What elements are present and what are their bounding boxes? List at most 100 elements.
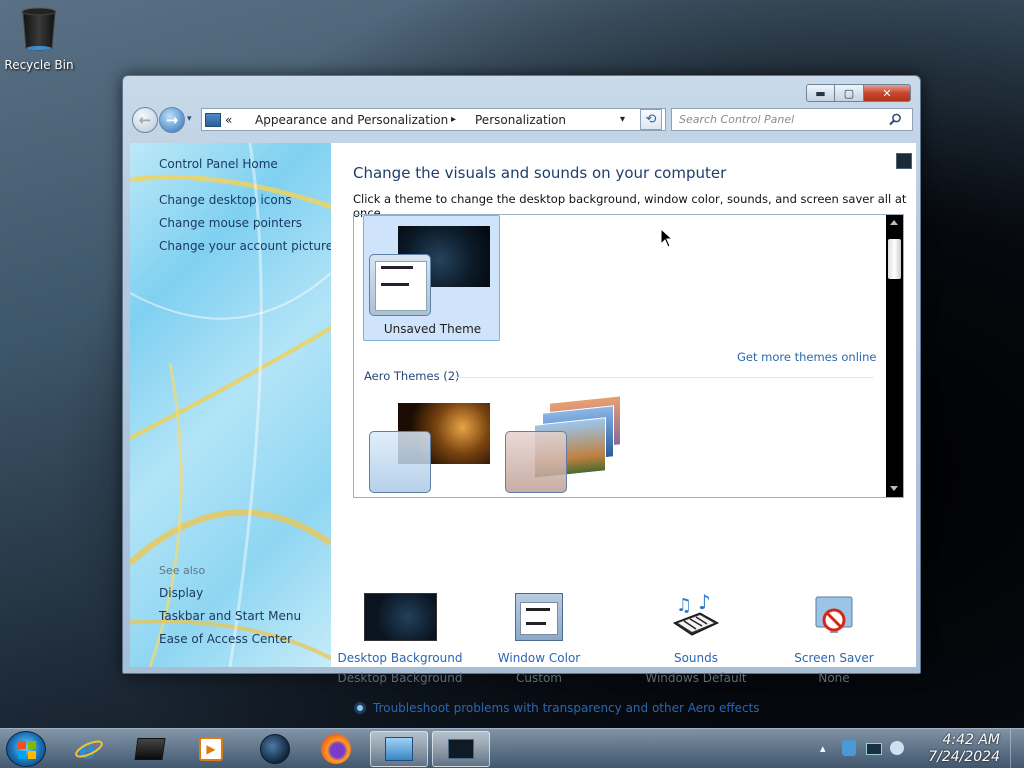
change-mouse-pointers-link[interactable]: Change mouse pointers [159,216,302,230]
close-button[interactable]: ✕ [864,84,911,102]
start-button[interactable] [6,731,46,767]
maximize-button[interactable]: ▢ [835,84,864,102]
control-panel-home-link[interactable]: Control Panel Home [159,157,278,171]
page-title: Change the visuals and sounds on your co… [353,164,727,182]
desktop-background-link[interactable]: Desktop Background [330,651,470,665]
screen-saver-value: None [818,671,850,685]
network-icon[interactable] [866,743,882,755]
screen-saver-item[interactable]: Screen Saver None [764,591,904,685]
trash-can-icon [21,7,57,51]
personalization-taskbar-button[interactable] [370,731,428,767]
aero-theme-windows7[interactable] [368,403,493,495]
recycle-bin-label: Recycle Bin [4,58,74,72]
minimize-button[interactable]: ▬ [806,84,835,102]
sounds-item[interactable]: ♫ ♪ Sounds Windows Default [626,591,766,685]
volume-icon[interactable] [890,741,904,755]
sounds-value: Windows Default [645,671,747,685]
theme-list: Unsaved Theme Get more themes online Aer… [353,214,904,498]
firefox-taskbar-button[interactable] [307,731,365,767]
help-icon[interactable] [896,153,912,169]
address-dropdown-icon[interactable]: ▾ [620,114,625,125]
scroll-up-icon[interactable] [890,220,898,225]
firefox-icon [321,734,351,764]
media-player-taskbar-button[interactable]: ▶ [182,731,240,767]
personalization-window: ▬ ▢ ✕ ← → ▾ « Appearance and Personaliza… [122,75,921,715]
troubleshoot-row: Troubleshoot problems with transparency … [353,701,760,715]
unsaved-theme-tile[interactable]: Unsaved Theme [363,215,500,341]
desktop-background-icon [363,593,437,641]
back-arrow-icon: ← [138,111,152,129]
change-account-picture-link[interactable]: Change your account picture [159,239,331,253]
svg-text:♫: ♫ [676,595,692,616]
show-desktop-button[interactable] [1010,729,1024,768]
aero-theme-landscapes[interactable] [504,395,634,495]
theme-window-color-preview [369,431,431,493]
see-also-label: See also [159,564,206,577]
windows-logo-icon [18,741,36,759]
troubleshoot-icon [354,702,366,714]
breadcrumb-personalization[interactable]: Personalization [475,113,620,127]
vertical-scrollbar[interactable] [886,215,903,497]
taskbar: e ▶ ▴ 4:42 AM 7/24/2024 [0,728,1024,768]
caption-buttons: ▬ ▢ ✕ [806,84,911,102]
clock[interactable]: 4:42 AM 7/24/2024 [928,732,1000,766]
address-bar[interactable]: « Appearance and Personalization ▸ Perso… [201,108,666,131]
personalization-icon [385,737,413,761]
ease-of-access-link[interactable]: Ease of Access Center [159,632,292,646]
show-hidden-icons-button[interactable]: ▴ [820,742,826,755]
svg-text:e: e [79,735,96,764]
taskbar-start-menu-link[interactable]: Taskbar and Start Menu [159,609,301,623]
desktop-background-item[interactable]: Desktop Background Desktop Background [330,591,470,685]
display-link[interactable]: Display [159,586,203,600]
group-divider [454,377,874,378]
back-button[interactable]: ← [132,107,158,133]
window-color-value: Custom [516,671,562,685]
theme-window-color-preview [505,431,567,493]
action-center-icon[interactable] [842,740,856,756]
search-icon[interactable] [889,113,902,126]
recycle-bin-icon[interactable]: Recycle Bin [4,4,74,76]
forward-arrow-icon: → [165,111,179,129]
screen-saver-link[interactable]: Screen Saver [764,651,904,665]
internet-explorer-icon: e [75,735,103,764]
unsaved-theme-label: Unsaved Theme [383,322,482,336]
terminal-app-taskbar-button[interactable] [121,731,179,767]
change-desktop-icons-link[interactable]: Change desktop icons [159,193,292,207]
aero-themes-group-label: Aero Themes (2) [364,369,460,383]
internet-explorer-taskbar-button[interactable]: e [60,731,118,767]
desktop-background-value: Desktop Background [337,671,463,685]
search-input[interactable] [679,113,889,126]
clock-date: 7/24/2024 [928,749,1000,765]
content-pane: Change the visuals and sounds on your co… [331,143,916,715]
globe-app-taskbar-button[interactable] [246,731,304,767]
refresh-button[interactable]: ⟲ [640,109,662,130]
svg-text:♪: ♪ [698,593,711,614]
scrollbar-thumb[interactable] [888,239,901,279]
mouse-cursor-icon [660,228,674,248]
clock-time: 4:42 AM [942,732,1000,748]
breadcrumb-appearance[interactable]: Appearance and Personalization [255,113,451,127]
forward-button[interactable]: → [159,107,185,133]
theme-window-color-preview [369,254,431,316]
task-pane: Control Panel Home Change desktop icons … [130,143,331,667]
globe-app-icon [260,734,290,764]
search-box[interactable] [671,108,913,131]
media-player-icon: ▶ [199,737,223,761]
window-color-link[interactable]: Window Color [469,651,609,665]
screen-saver-icon [815,596,853,633]
screen-app-icon [448,739,474,759]
control-panel-icon [205,112,221,127]
get-more-themes-link[interactable]: Get more themes online [737,350,876,364]
screen-app-taskbar-button[interactable] [432,731,490,767]
window-color-icon [515,593,563,641]
window-color-item[interactable]: Window Color Custom [469,591,609,685]
sounds-icon: ♫ ♪ [672,593,720,636]
breadcrumb-separator-icon[interactable]: ▸ [451,114,475,125]
sounds-link[interactable]: Sounds [626,651,766,665]
scroll-down-icon[interactable] [890,486,898,491]
breadcrumb-overflow[interactable]: « [225,113,247,127]
troubleshoot-link[interactable]: Troubleshoot problems with transparency … [373,701,760,715]
recent-pages-button[interactable]: ▾ [187,114,192,124]
refresh-icon: ⟲ [645,112,657,127]
terminal-app-icon [134,738,166,760]
